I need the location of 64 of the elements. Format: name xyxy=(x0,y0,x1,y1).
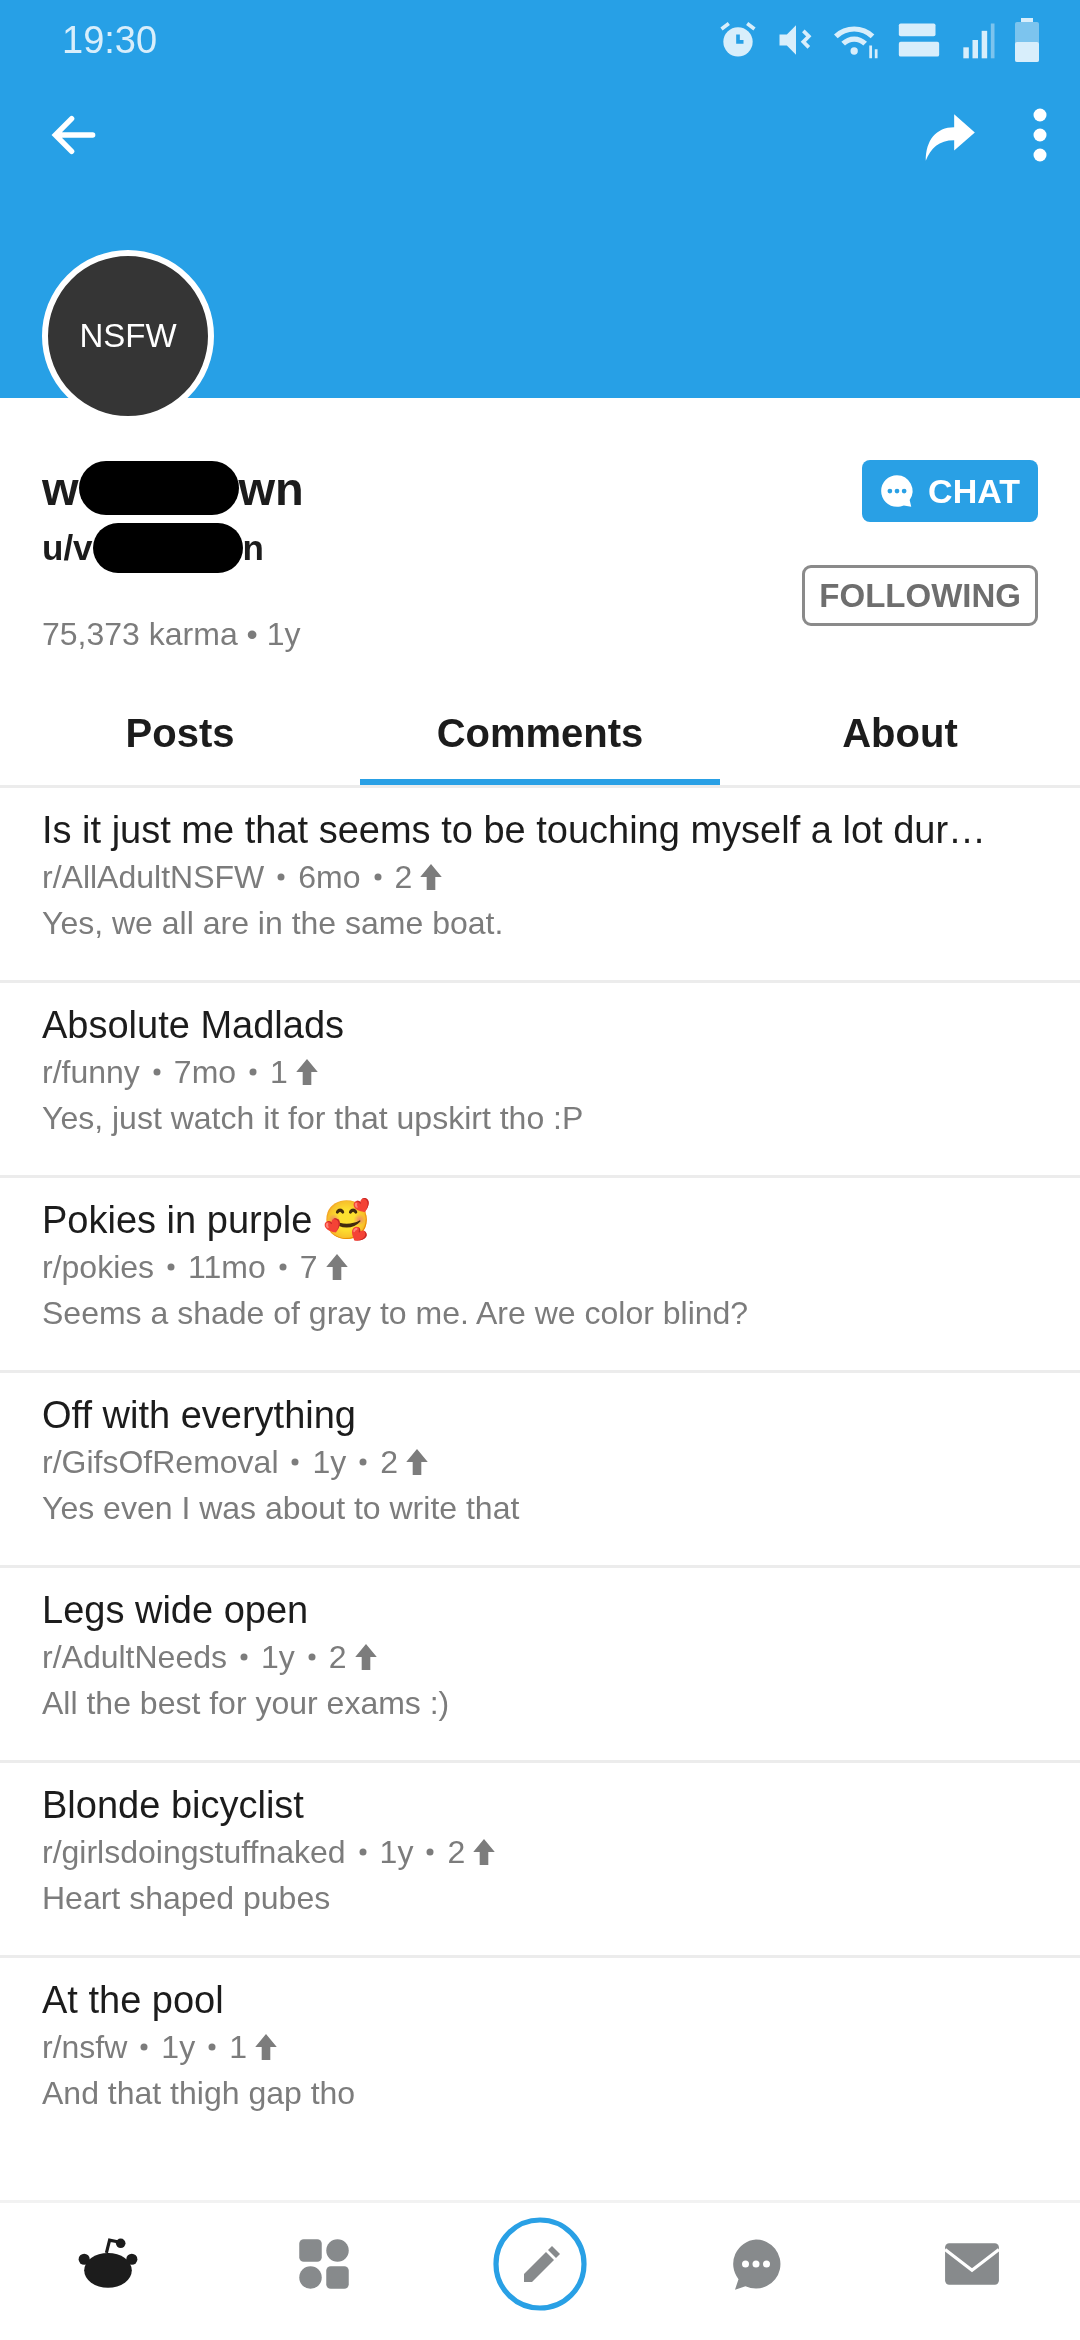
separator-dot-icon xyxy=(358,1457,369,1467)
comment-text: Heart shaped pubes xyxy=(42,1879,332,1918)
username: n xyxy=(242,528,264,568)
comment-score: 7 xyxy=(299,1248,318,1287)
subreddit-link[interactable]: r/AdultNeeds xyxy=(42,1634,227,1680)
display-name: w xyxy=(42,460,79,516)
comment-score: 1 xyxy=(229,2028,247,2067)
comment-text: Yes even I was about to write that xyxy=(42,1489,521,1528)
separator-dot-icon xyxy=(151,1067,162,1077)
comment-score: 2 xyxy=(380,1443,399,1482)
display-name: wn xyxy=(238,460,304,516)
comment-score: 1 xyxy=(270,1053,288,1092)
mail-icon xyxy=(943,2240,1001,2288)
separator-dot-icon xyxy=(357,1847,368,1857)
separator-dot-icon xyxy=(425,1847,436,1857)
comment-text: All the best for your exams :) xyxy=(42,1684,451,1723)
separator-dot-icon xyxy=(276,872,287,882)
separator-dot-icon xyxy=(207,2042,218,2052)
separator-dot-icon xyxy=(239,1652,249,1662)
subreddit-link[interactable]: r/GifsOfRemoval xyxy=(42,1439,279,1485)
comment-text: Seems a shade of gray to me. Are we color blind? xyxy=(42,1294,750,1333)
comment-age: 1y xyxy=(161,2028,196,2067)
comment-text: Yes, just watch it for that upskirt tho :P xyxy=(42,1099,585,1138)
karma-stats: 75,373 karma • 1y xyxy=(42,616,302,653)
post-title[interactable]: Pokies in purple 🥰 xyxy=(42,1196,1038,1244)
post-title[interactable]: Is it just me that seems to be touching myself a lot dur… xyxy=(42,806,1038,854)
following-button[interactable]: FOLLOWING xyxy=(802,565,1038,626)
avatar-label: NSFW xyxy=(79,317,177,355)
subreddit-link[interactable]: r/AllAdultNSFW xyxy=(42,854,265,900)
profile-tab[interactable]: Comments xyxy=(360,687,720,785)
separator-dot-icon xyxy=(248,1067,259,1077)
profile-tab[interactable]: About xyxy=(720,687,1080,785)
comment-age: 1y xyxy=(261,1638,295,1677)
pencil-icon xyxy=(492,2216,588,2312)
comment-age: 1y xyxy=(312,1443,347,1482)
status-time: 19:30 xyxy=(62,18,158,62)
post-title[interactable]: At the pool xyxy=(42,1976,1038,2024)
comment-age: 6mo xyxy=(298,858,361,897)
subreddit-link[interactable]: r/girlsdoingstuffnaked xyxy=(42,1829,346,1875)
post-title[interactable]: Absolute Madlads xyxy=(42,1001,1038,1049)
separator-dot-icon xyxy=(166,1262,177,1272)
comment-age: 7mo xyxy=(173,1053,237,1092)
profile-tab[interactable]: Posts xyxy=(0,687,360,785)
separator-dot-icon xyxy=(277,1262,288,1272)
subreddit-link[interactable]: r/funny xyxy=(42,1049,140,1095)
separator-dot-icon xyxy=(290,1457,301,1467)
comment-score: 2 xyxy=(447,1833,466,1872)
communities-grid-icon xyxy=(297,2237,351,2291)
separator-dot-icon xyxy=(139,2042,150,2052)
subreddit-link[interactable]: r/nsfw xyxy=(42,2024,128,2070)
comment-score: 2 xyxy=(394,858,413,897)
username: u/v xyxy=(42,528,93,568)
comment-age: 11mo xyxy=(188,1248,266,1287)
separator-dot-icon xyxy=(306,1652,317,1662)
post-title[interactable]: Legs wide open xyxy=(42,1586,1038,1634)
battery-icon xyxy=(1012,16,1042,64)
comment-score: 2 xyxy=(328,1638,347,1677)
post-title[interactable]: Blonde bicyclist xyxy=(42,1781,1038,1829)
separator-dot-icon xyxy=(372,872,383,882)
post-title[interactable]: Off with everything xyxy=(42,1391,1038,1439)
comment-age: 1y xyxy=(379,1833,414,1872)
comment-text: Yes, we all are in the same boat. xyxy=(42,904,505,943)
subreddit-link[interactable]: r/pokies xyxy=(42,1244,155,1290)
comment-text: And that thigh gap tho xyxy=(42,2074,357,2113)
